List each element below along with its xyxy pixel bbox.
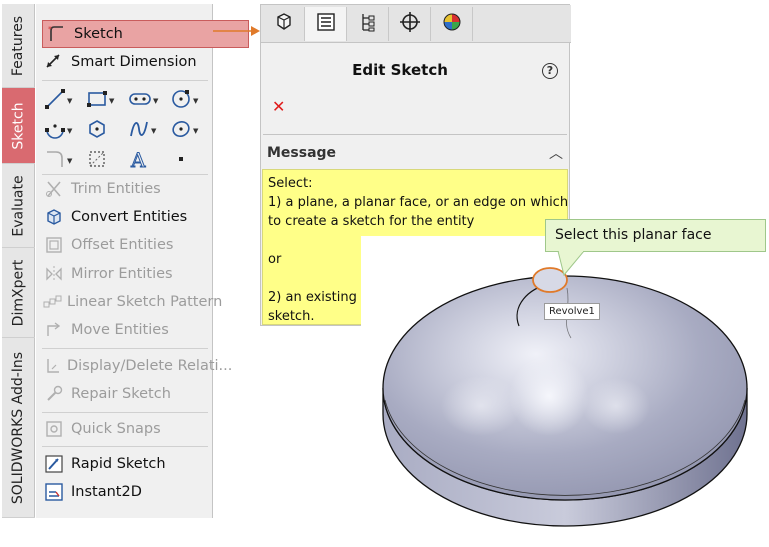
divider bbox=[42, 412, 208, 413]
display-delete-relations-button[interactable]: Display/Delete Relati... bbox=[42, 352, 232, 380]
polygon-tool[interactable] bbox=[86, 118, 128, 144]
arc-tool[interactable]: ▼ bbox=[44, 118, 86, 144]
line-tool[interactable]: ▼ bbox=[44, 88, 86, 114]
tab-dimxpert[interactable]: DimXpert bbox=[2, 248, 35, 338]
tab-property-manager[interactable] bbox=[305, 7, 347, 41]
relations-icon bbox=[42, 354, 62, 378]
tab-feature-manager[interactable] bbox=[263, 7, 305, 41]
move-icon bbox=[42, 318, 66, 342]
chevron-down-icon[interactable]: ▼ bbox=[67, 97, 72, 105]
spline-icon bbox=[128, 118, 150, 144]
repair-sketch-icon bbox=[42, 382, 66, 406]
message-line: to create a sketch for the entity bbox=[268, 214, 475, 229]
mirror-icon bbox=[42, 262, 66, 286]
smart-dimension-icon bbox=[42, 50, 66, 74]
tab-display-manager[interactable] bbox=[431, 7, 473, 41]
mirror-entities-button[interactable]: Mirror Entities bbox=[42, 260, 212, 288]
close-icon[interactable]: ✕ bbox=[272, 97, 285, 116]
feature-name-tag: Revolve1 bbox=[544, 303, 600, 320]
polygon-icon bbox=[86, 118, 108, 144]
circle-icon bbox=[170, 88, 192, 114]
chevron-up-icon[interactable]: ︿ bbox=[549, 143, 563, 163]
fillet-tool[interactable]: ▼ bbox=[44, 148, 86, 174]
text-tool[interactable]: A bbox=[128, 148, 170, 174]
instant2d-button[interactable]: Instant2D bbox=[42, 478, 212, 506]
sketch-tools-grid: ▼ ▼ ▼ ▼ ▼ ▼ ▼ ▼ A bbox=[44, 86, 212, 176]
tab-solidworks-add-ins[interactable]: SOLIDWORKS Add-Ins bbox=[2, 338, 35, 518]
tab-dimxpert-manager[interactable] bbox=[389, 7, 431, 41]
command-manager-tabs: Features Sketch Evaluate DimXpert SOLIDW… bbox=[2, 4, 35, 518]
chevron-down-icon[interactable]: ▼ bbox=[153, 97, 158, 105]
callout-tooltip: Select this planar face bbox=[545, 219, 766, 252]
chevron-down-icon[interactable]: ▼ bbox=[67, 127, 72, 135]
callout-pointer bbox=[557, 251, 585, 277]
chevron-down-icon[interactable]: ▼ bbox=[193, 97, 198, 105]
graphics-area[interactable] bbox=[361, 236, 767, 542]
revolved-part[interactable] bbox=[361, 236, 767, 542]
point-tool[interactable] bbox=[170, 148, 212, 174]
svg-text:*: * bbox=[48, 25, 52, 34]
smart-dimension-button[interactable]: Smart Dimension bbox=[42, 48, 212, 76]
chevron-down-icon[interactable]: ▼ bbox=[151, 127, 156, 135]
linear-sketch-pattern-button[interactable]: Linear Sketch Pattern bbox=[42, 288, 222, 316]
linear-pattern-icon bbox=[42, 290, 62, 314]
move-entities-button[interactable]: Move Entities bbox=[42, 316, 212, 344]
message-line: Select: bbox=[268, 176, 313, 191]
divider bbox=[42, 348, 208, 349]
chevron-down-icon[interactable]: ▼ bbox=[109, 97, 114, 105]
trim-icon bbox=[42, 177, 66, 201]
property-manager-tabs bbox=[261, 5, 571, 43]
quick-snaps-button[interactable]: Quick Snaps bbox=[42, 415, 212, 443]
slot-tool[interactable]: ▼ bbox=[128, 88, 170, 114]
offset-entities-button[interactable]: Offset Entities bbox=[42, 231, 212, 259]
svg-text:A: A bbox=[130, 148, 146, 170]
sketch-command-panel: * Sketch Smart Dimension ▼ ▼ ▼ ▼ ▼ ▼ ▼ ▼… bbox=[36, 4, 249, 518]
property-manager-title: Edit Sketch bbox=[352, 61, 448, 79]
ellipse-tool[interactable]: ▼ bbox=[170, 118, 212, 144]
feature-tree-icon bbox=[273, 11, 295, 37]
plane-tool[interactable] bbox=[86, 148, 128, 174]
message-heading: Message bbox=[267, 145, 337, 161]
arc-icon bbox=[44, 118, 66, 144]
rectangle-tool[interactable]: ▼ bbox=[86, 88, 128, 114]
rapid-sketch-button[interactable]: Rapid Sketch bbox=[42, 450, 212, 478]
convert-entities-button[interactable]: Convert Entities bbox=[42, 203, 212, 231]
help-icon[interactable]: ? bbox=[542, 63, 558, 79]
property-list-icon bbox=[315, 11, 337, 37]
trim-entities-button[interactable]: Trim Entities bbox=[42, 175, 212, 203]
tab-configuration-manager[interactable] bbox=[347, 7, 389, 41]
tab-features[interactable]: Features bbox=[2, 4, 35, 88]
appearance-sphere-icon bbox=[441, 11, 463, 37]
offset-icon bbox=[42, 233, 66, 257]
text-icon: A bbox=[128, 148, 150, 174]
fillet-icon bbox=[44, 148, 66, 174]
point-icon bbox=[170, 148, 192, 174]
chevron-down-icon[interactable]: ▼ bbox=[67, 157, 72, 165]
chevron-down-icon[interactable]: ▼ bbox=[193, 127, 198, 135]
message-line: 1) a plane, a planar face, or an edge on… bbox=[268, 195, 569, 210]
divider bbox=[42, 446, 208, 447]
rapid-sketch-icon bbox=[42, 452, 66, 476]
tab-evaluate[interactable]: Evaluate bbox=[2, 164, 35, 248]
pointer-arrow bbox=[213, 26, 260, 36]
ellipse-icon bbox=[170, 118, 192, 144]
divider bbox=[42, 80, 208, 81]
tab-sketch[interactable]: Sketch bbox=[2, 88, 35, 164]
quick-snaps-icon bbox=[42, 417, 66, 441]
configuration-tree-icon bbox=[357, 11, 379, 37]
sketch-plane-icon bbox=[86, 148, 108, 174]
sketch-icon: * bbox=[45, 23, 69, 45]
divider bbox=[263, 134, 567, 135]
instant2d-icon bbox=[42, 480, 66, 504]
crosshair-icon bbox=[399, 11, 421, 37]
slot-icon bbox=[128, 88, 152, 114]
spline-tool[interactable]: ▼ bbox=[128, 118, 170, 144]
convert-entities-icon bbox=[42, 205, 66, 229]
line-icon bbox=[44, 88, 66, 114]
repair-sketch-button[interactable]: Repair Sketch bbox=[42, 380, 212, 408]
rectangle-icon bbox=[86, 88, 108, 114]
circle-tool[interactable]: ▼ bbox=[170, 88, 212, 114]
